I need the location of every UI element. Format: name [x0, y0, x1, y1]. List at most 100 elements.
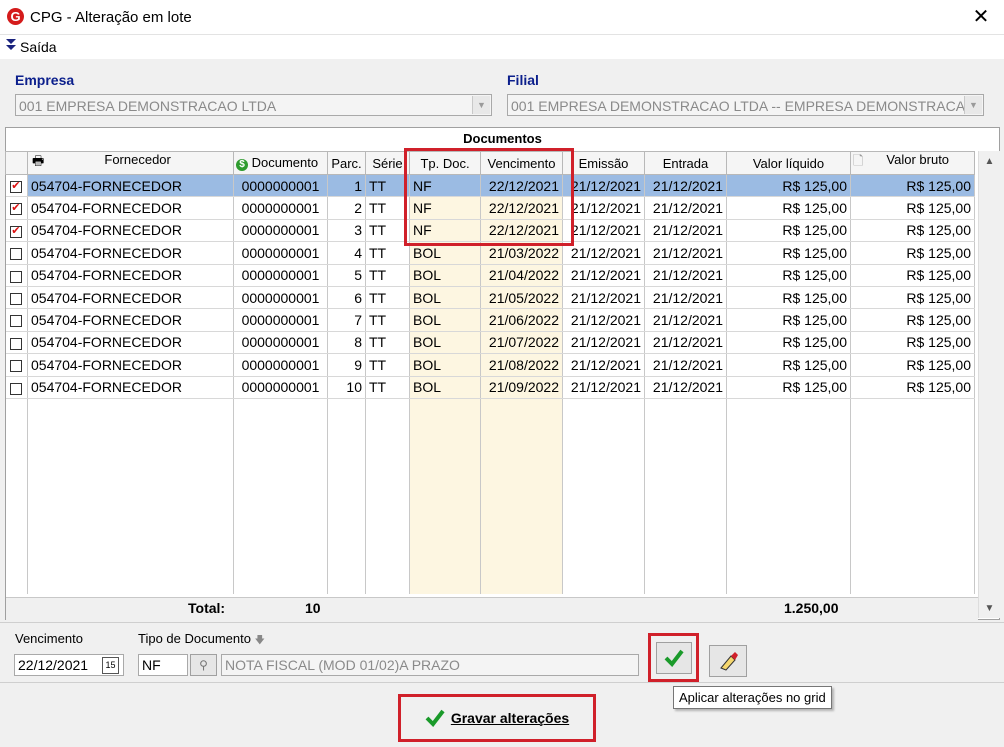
row-checkbox[interactable] — [5, 308, 28, 332]
binoculars-icon[interactable]: ⚲ — [190, 654, 217, 676]
col-header-documento[interactable]: $ Documento — [233, 151, 328, 175]
cell-tp-doc: BOL — [409, 308, 481, 332]
save-changes-label: Gravar alterações — [450, 710, 570, 726]
cell-serie: TT — [365, 264, 410, 287]
menu-exit[interactable]: Saída — [6, 38, 57, 55]
save-changes-button[interactable]: Gravar alterações — [405, 700, 589, 736]
cell-serie: TT — [365, 376, 410, 399]
cell-parcela: 6 — [327, 286, 366, 310]
row-checkbox-box[interactable] — [10, 292, 23, 305]
row-checkbox[interactable] — [5, 196, 28, 220]
total-count: 10 — [305, 600, 321, 616]
col-header-entrada[interactable]: Entrada — [644, 151, 727, 175]
cell-entrada: 21/12/2021 — [644, 286, 727, 310]
col-header-select[interactable] — [5, 151, 28, 175]
cell-vencimento: 21/05/2022 — [480, 286, 563, 310]
calendar-icon[interactable]: 15 — [102, 657, 119, 674]
scroll-down-icon[interactable]: ▼ — [979, 603, 1000, 614]
col-header-parcela[interactable]: Parc. — [327, 151, 366, 175]
scroll-up-icon[interactable]: ▲ — [979, 156, 1000, 167]
cell-valor-bruto: R$ 125,00 — [850, 196, 975, 220]
cell-emissao: 21/12/2021 — [562, 331, 645, 355]
cell-documento: 0000000001 — [233, 241, 328, 265]
table-row[interactable]: 054704-FORNECEDOR 0000000001 9 TT BOL 21/08/2… — [5, 353, 975, 377]
row-checkbox-box[interactable] — [10, 360, 23, 373]
row-checkbox-box[interactable] — [10, 315, 23, 328]
row-checkbox-box[interactable] — [10, 179, 23, 193]
cell-entrada: 21/12/2021 — [644, 376, 727, 399]
menu-bar — [0, 35, 1004, 59]
tipo-documento-code-input[interactable]: NF — [138, 654, 188, 676]
cell-serie: TT — [365, 196, 410, 220]
filial-label: Filial — [507, 72, 539, 88]
row-checkbox[interactable] — [5, 376, 28, 399]
filial-select[interactable]: 001 EMPRESA DEMONSTRACAO LTDA -- EMPRESA… — [507, 94, 984, 116]
window-title: CPG - Alteração em lote — [30, 9, 192, 26]
row-checkbox-box[interactable] — [10, 248, 23, 261]
row-checkbox[interactable] — [5, 219, 28, 243]
clear-button[interactable] — [709, 645, 747, 677]
empresa-value: 001 EMPRESA DEMONSTRACAO LTDA — [19, 98, 277, 114]
checkmark-icon — [664, 649, 684, 667]
cell-entrada: 21/12/2021 — [644, 308, 727, 332]
tipo-documento-label: Tipo de Documento 🡇 — [138, 631, 265, 646]
total-label: Total: — [188, 600, 226, 616]
col-header-fornecedor[interactable]: 🖶 Fornecedor — [27, 151, 234, 175]
cell-parcela: 10 — [327, 376, 366, 399]
cell-fornecedor: 054704-FORNECEDOR — [27, 376, 234, 399]
cell-emissao: 21/12/2021 — [562, 241, 645, 265]
grid-scrollbar[interactable]: ▲ ▼ — [978, 151, 1000, 618]
apply-changes-button[interactable] — [656, 642, 692, 674]
cell-valor-liquido: R$ 125,00 — [726, 264, 851, 287]
cell-valor-liquido: R$ 125,00 — [726, 174, 851, 198]
row-checkbox[interactable] — [5, 353, 28, 377]
col-header-emissao[interactable]: Emissão — [562, 151, 645, 175]
cell-parcela: 5 — [327, 264, 366, 287]
table-row[interactable]: 054704-FORNECEDOR 0000000001 8 TT BOL 21/07/2… — [5, 331, 975, 355]
cell-documento: 0000000001 — [233, 174, 328, 198]
row-checkbox-box[interactable] — [10, 270, 23, 283]
document-icon: 🗋 — [853, 153, 864, 168]
chevron-down-icon[interactable]: ▼ — [472, 96, 490, 114]
cell-parcela: 3 — [327, 219, 366, 243]
cell-valor-liquido: R$ 125,00 — [726, 286, 851, 310]
empty-cell — [233, 398, 328, 595]
chevron-down-icon[interactable]: ▼ — [964, 96, 982, 114]
filial-value: 001 EMPRESA DEMONSTRACAO LTDA -- EMPRESA… — [511, 98, 976, 114]
cell-serie: TT — [365, 331, 410, 355]
table-row[interactable]: 054704-FORNECEDOR 0000000001 10 TT BOL 21/09/… — [5, 376, 975, 399]
cell-valor-bruto: R$ 125,00 — [850, 308, 975, 332]
row-checkbox-box[interactable] — [10, 337, 23, 350]
col-header-valor-liquido[interactable]: Valor líquido — [726, 151, 851, 175]
grid-empty-area — [5, 398, 975, 595]
table-row[interactable]: 054704-FORNECEDOR 0000000001 6 TT BOL 21/05/2… — [5, 286, 975, 310]
vencimento-field[interactable]: 22/12/2021 15 — [14, 654, 124, 676]
cell-fornecedor: 054704-FORNECEDOR — [27, 241, 234, 265]
empty-cell — [5, 398, 28, 595]
col-header-valor-bruto[interactable]: 🗋 Valor bruto — [850, 151, 975, 175]
empresa-select[interactable]: 001 EMPRESA DEMONSTRACAO LTDA ▼ — [15, 94, 492, 116]
col-header-serie[interactable]: Série — [365, 151, 410, 175]
row-checkbox-box[interactable] — [10, 382, 23, 395]
cell-tp-doc: BOL — [409, 331, 481, 355]
row-checkbox[interactable] — [5, 264, 28, 287]
cell-valor-bruto: R$ 125,00 — [850, 219, 975, 243]
vencimento-value: 22/12/2021 — [18, 657, 89, 673]
row-checkbox[interactable] — [5, 331, 28, 355]
row-checkbox-box[interactable] — [10, 224, 23, 238]
row-checkbox[interactable] — [5, 241, 28, 265]
cell-emissao: 21/12/2021 — [562, 264, 645, 287]
table-row[interactable]: 054704-FORNECEDOR 0000000001 7 TT BOL 21/06/2… — [5, 308, 975, 332]
row-checkbox[interactable] — [5, 174, 28, 198]
arrow-down-icon: 🡇 — [254, 635, 265, 646]
row-checkbox-box[interactable] — [10, 201, 23, 216]
divider — [0, 682, 1004, 683]
cell-tp-doc: BOL — [409, 376, 481, 399]
row-checkbox[interactable] — [5, 286, 28, 310]
cell-serie: TT — [365, 286, 410, 310]
total-value: 1.250,00 — [784, 600, 839, 616]
table-row[interactable]: 054704-FORNECEDOR 0000000001 5 TT BOL 21/04/2… — [5, 264, 975, 287]
cell-entrada: 21/12/2021 — [644, 264, 727, 287]
close-icon[interactable]: ✕ — [968, 4, 994, 30]
grid-title: Documentos — [463, 131, 542, 146]
